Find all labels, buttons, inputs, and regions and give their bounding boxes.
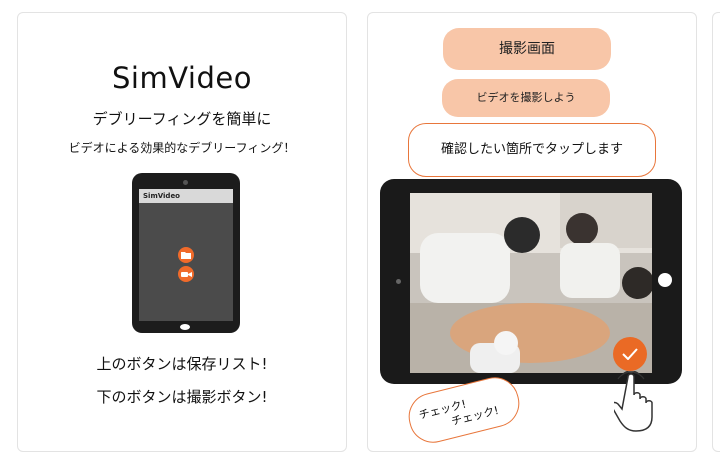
screen-title-pill: 撮影画面 xyxy=(443,28,611,70)
tablet-mockup: SimVideo xyxy=(132,173,240,333)
record-button[interactable] xyxy=(178,266,194,282)
saved-list-note: 上のボタンは保存リスト! xyxy=(96,355,268,373)
tablet-screen: SimVideo xyxy=(139,189,233,321)
hand-pointer-icon xyxy=(614,371,653,432)
tablet-camera xyxy=(396,279,401,284)
check-mark-button[interactable] xyxy=(613,337,647,371)
saved-list-button[interactable] xyxy=(178,247,194,263)
video-camera-icon xyxy=(180,271,192,277)
record-note: 下のボタンは撮影ボタン! xyxy=(96,388,268,406)
tablet-home-button xyxy=(180,324,190,330)
tap-hint-bubble: 確認したい箇所でタップします xyxy=(408,123,656,177)
record-screen-card: 撮影画面 ビデオを撮影しよう 確認したい箇所でタップします チェック! チェック… xyxy=(367,12,697,452)
folder-icon xyxy=(181,252,191,259)
tablet-home-button xyxy=(658,273,672,287)
intro-card: SimVideo デブリーフィングを簡単に ビデオによる効果的なデブリーフィング… xyxy=(17,12,347,452)
app-titlebar: SimVideo xyxy=(139,189,233,203)
subtagline: ビデオによる効果的なデブリーフィング！ xyxy=(68,141,296,155)
app-logo: SimVideo xyxy=(112,61,252,95)
tagline: デブリーフィングを簡単に xyxy=(92,110,272,128)
next-card-edge xyxy=(712,12,720,452)
checkmark-icon xyxy=(622,348,638,360)
tablet-camera xyxy=(183,180,188,185)
record-prompt-pill: ビデオを撮影しよう xyxy=(442,79,610,117)
